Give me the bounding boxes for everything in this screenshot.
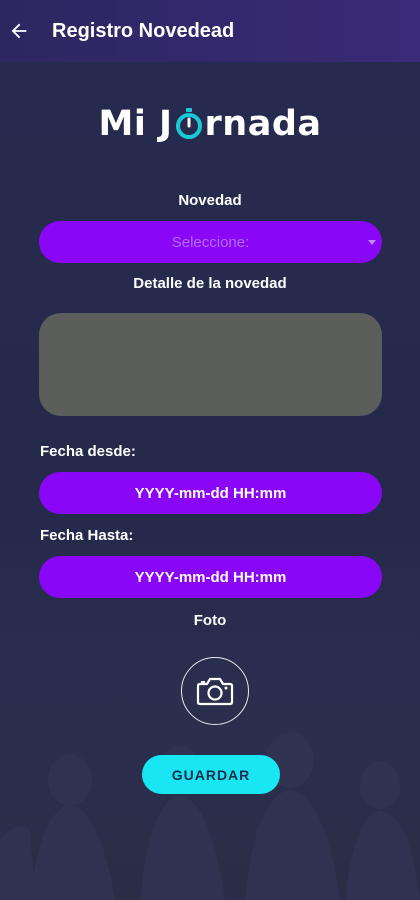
- arrow-left-icon: [11, 23, 27, 39]
- logo-text-right: rnada: [204, 104, 322, 144]
- detalle-textarea[interactable]: [39, 313, 382, 416]
- fecha-desde-value: YYYY-mm-dd HH:mm: [134, 484, 287, 502]
- novedad-select[interactable]: Seleccione:: [39, 221, 382, 263]
- fecha-desde-input[interactable]: YYYY-mm-dd HH:mm: [39, 472, 382, 514]
- camera-icon: [196, 677, 234, 706]
- save-button[interactable]: GUARDAR: [142, 755, 280, 794]
- back-button[interactable]: [2, 14, 36, 48]
- fecha-hasta-label: Fecha Hasta:: [40, 527, 134, 544]
- caret-down-icon: [368, 240, 376, 245]
- novedad-label: Novedad: [178, 192, 242, 209]
- fecha-hasta-value: YYYY-mm-dd HH:mm: [134, 568, 287, 586]
- fecha-hasta-input[interactable]: YYYY-mm-dd HH:mm: [39, 556, 382, 598]
- fecha-desde-label: Fecha desde:: [40, 443, 136, 460]
- camera-button[interactable]: [181, 657, 249, 725]
- background-crowd-image: [0, 732, 420, 900]
- app-logo: Mi J rnada: [0, 104, 420, 144]
- form-screen: Mi J rnada Novedad Seleccione: Detalle d…: [0, 62, 420, 900]
- novedad-select-value: Seleccione:: [171, 233, 250, 251]
- app-bar: Registro Novedead: [0, 0, 420, 62]
- foto-label: Foto: [193, 612, 227, 629]
- page-title: Registro Novedead: [52, 19, 235, 42]
- detalle-label: Detalle de la novedad: [133, 275, 287, 292]
- logo-text-left: Mi J: [98, 104, 173, 144]
- stopwatch-icon: [175, 108, 202, 139]
